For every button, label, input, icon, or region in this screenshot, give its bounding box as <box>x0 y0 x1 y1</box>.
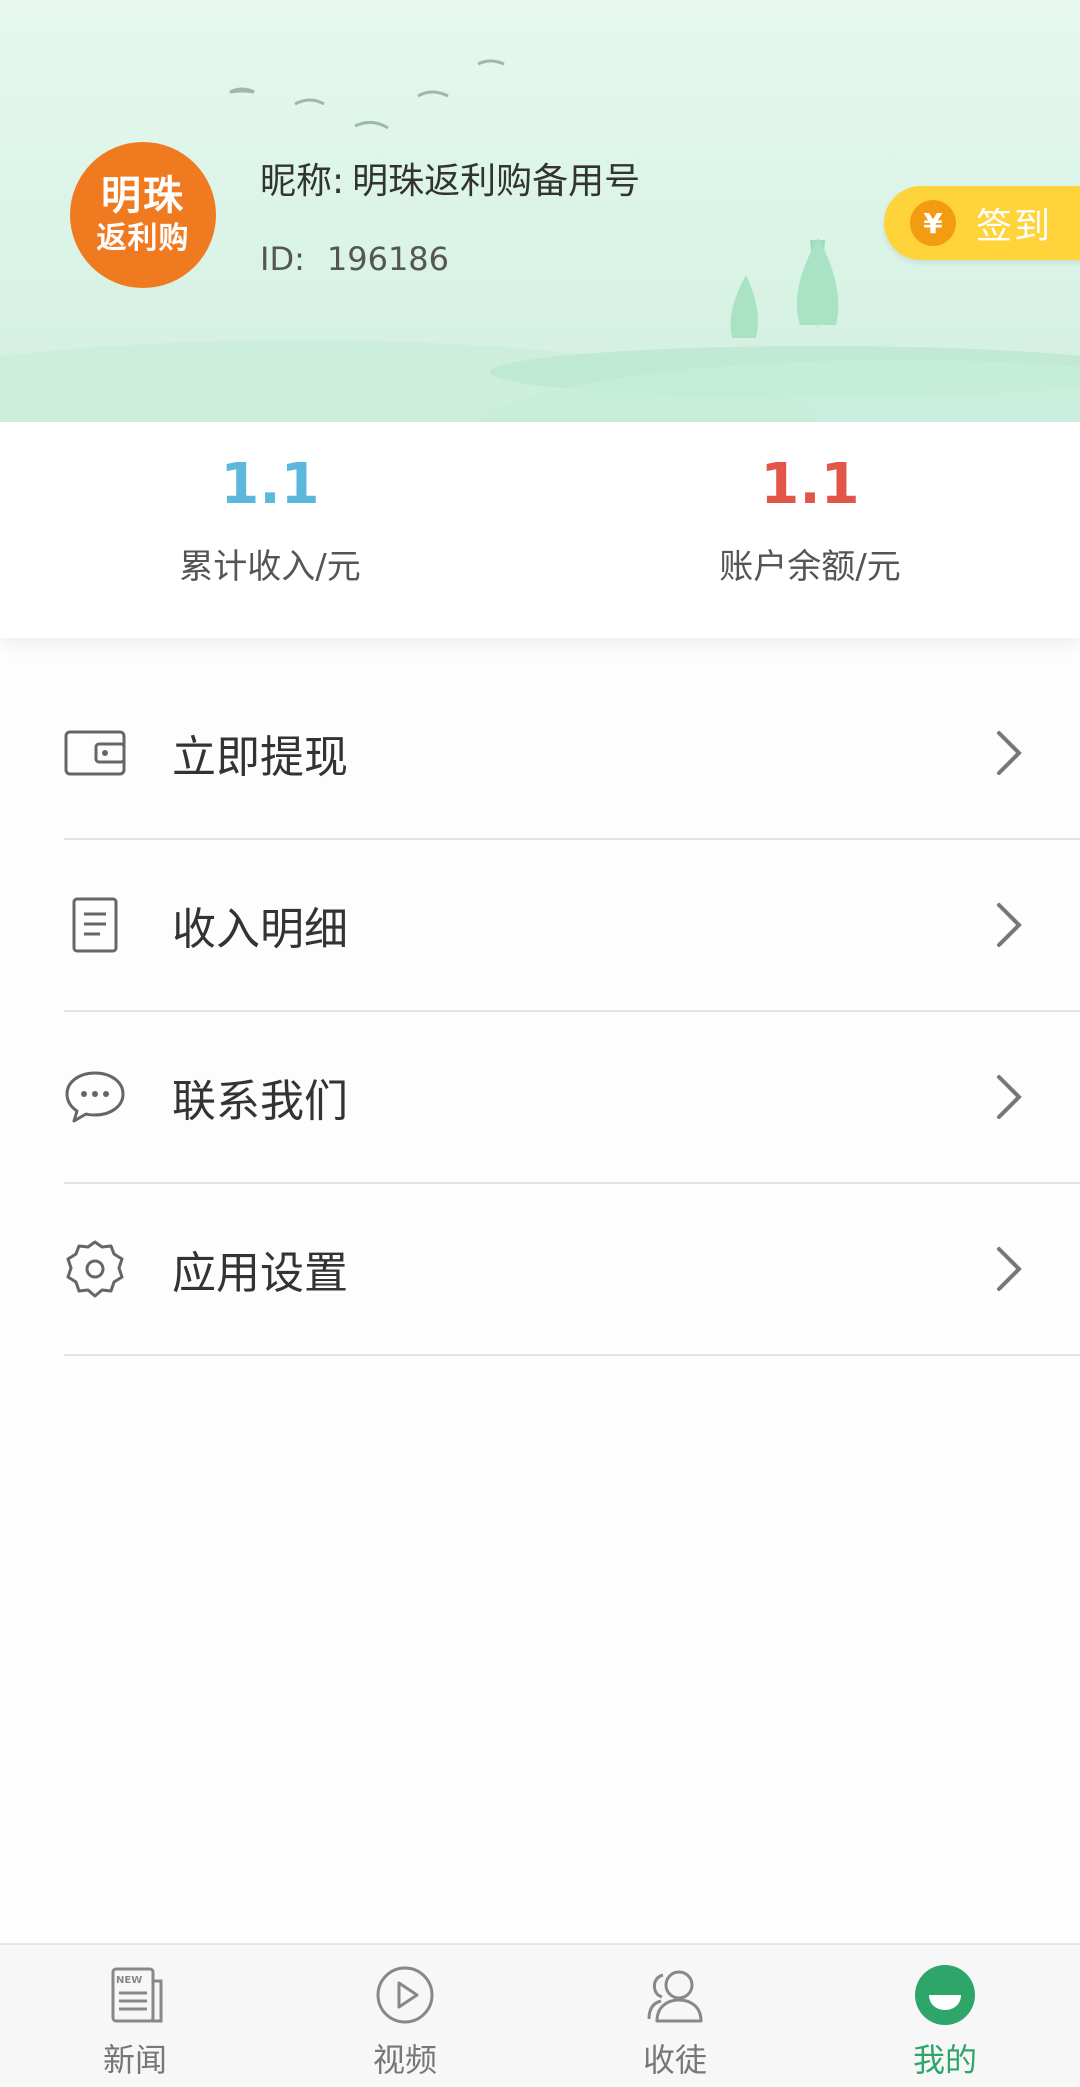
menu-item-withdraw[interactable]: 立即提现 <box>64 668 1080 840</box>
nav-tab-mine-label: 我的 <box>912 2041 977 2079</box>
chevron-right-icon <box>997 1247 1022 1291</box>
menu-item-contact-us-label: 联系我们 <box>172 1076 348 1127</box>
stat-account-balance-label: 账户余额/元 <box>719 547 901 587</box>
nav-tab-news-label: 新闻 <box>102 2041 167 2079</box>
nav-tab-news[interactable]: NEW 新闻 <box>0 1945 270 2087</box>
user-id-value: 196186 <box>326 240 450 278</box>
user-id: ID: 196186 <box>260 240 449 278</box>
nav-tab-video[interactable]: 视频 <box>270 1945 540 2087</box>
yen-coin-icon: ¥ <box>910 200 956 246</box>
nickname-value: 明珠返利购备用号 <box>352 161 641 202</box>
nav-tab-video-label: 视频 <box>372 2041 437 2079</box>
avatar-text-line1: 明珠 <box>101 173 185 219</box>
chevron-right-icon <box>997 903 1022 947</box>
signin-label: 签到 <box>976 206 1053 247</box>
earnings-stats: 1.1 累计收入/元 1.1 账户余额/元 <box>0 422 1080 638</box>
news-icon: NEW <box>111 1967 163 2023</box>
nav-tab-apprentice-label: 收徒 <box>642 2041 707 2079</box>
chevron-right-icon <box>997 731 1022 775</box>
nav-tab-mine[interactable]: 我的 <box>810 1945 1080 2087</box>
menu-list: 立即提现 收入明细 联系我们 应用设置 <box>64 668 1080 1356</box>
stat-total-income-value: 1.1 <box>220 452 320 517</box>
menu-item-app-settings[interactable]: 应用设置 <box>64 1184 1080 1356</box>
gear-icon <box>64 1238 126 1300</box>
svg-text:NEW: NEW <box>116 1975 142 1986</box>
play-icon <box>376 1966 434 2024</box>
user-id-label: ID: <box>260 240 305 278</box>
stat-account-balance-value: 1.1 <box>760 452 860 517</box>
menu-item-income-details[interactable]: 收入明细 <box>64 840 1080 1012</box>
nickname-label: 昵称: <box>260 161 345 202</box>
chat-bubble-icon <box>64 1066 126 1128</box>
avatar-text-line2: 返利购 <box>96 221 190 256</box>
stat-account-balance[interactable]: 1.1 账户余额/元 <box>540 422 1080 638</box>
stat-total-income[interactable]: 1.1 累计收入/元 <box>0 422 540 638</box>
menu-item-withdraw-label: 立即提现 <box>172 732 348 783</box>
nickname: 昵称: 明珠返利购备用号 <box>260 152 640 204</box>
menu-item-app-settings-label: 应用设置 <box>172 1248 348 1299</box>
menu-item-contact-us[interactable]: 联系我们 <box>64 1012 1080 1184</box>
users-icon <box>647 1970 703 2023</box>
profile-header: 明珠 返利购 昵称: 明珠返利购备用号 ID: 196186 ¥ 签到 <box>0 0 1080 422</box>
avatar[interactable]: 明珠 返利购 <box>70 142 216 288</box>
chevron-right-icon <box>997 1075 1022 1119</box>
bottom-nav: NEW 新闻 视频 收徒 我的 <box>0 1943 1080 2087</box>
wallet-icon <box>64 722 126 784</box>
stat-total-income-label: 累计收入/元 <box>179 547 361 587</box>
signin-button[interactable]: ¥ 签到 <box>884 186 1080 260</box>
menu-item-income-details-label: 收入明细 <box>172 904 348 955</box>
document-icon <box>64 894 126 956</box>
smile-icon <box>915 1965 975 2025</box>
nav-tab-apprentice[interactable]: 收徒 <box>540 1945 810 2087</box>
